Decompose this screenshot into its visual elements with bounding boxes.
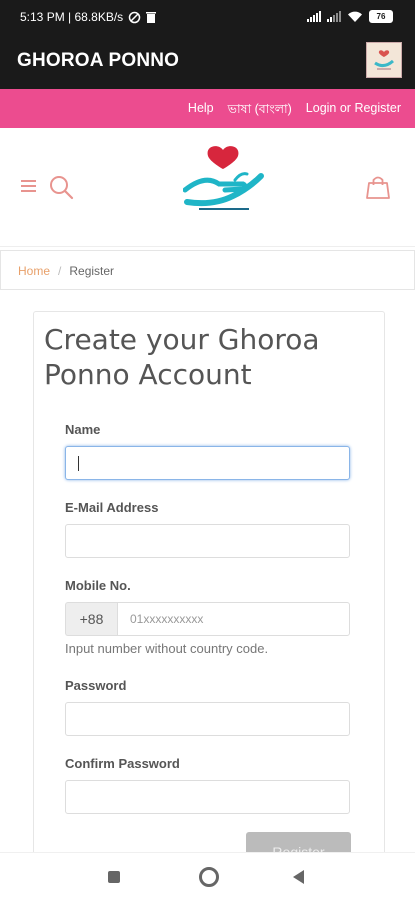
text-caret (78, 456, 79, 471)
signal-icon-2 (327, 11, 341, 22)
app-bar: GHOROA PONNO (0, 33, 415, 89)
app-thumbnail[interactable] (366, 42, 402, 78)
recents-button[interactable] (108, 871, 120, 883)
confirm-password-label: Confirm Password (65, 756, 180, 771)
name-label: Name (65, 422, 101, 437)
thumbnail-logo-icon (374, 50, 394, 70)
status-time-speed: 5:13 PM | 68.8KB/s (20, 10, 124, 24)
page-title: Create your Ghoroa Ponno Account (44, 323, 320, 391)
confirm-password-field[interactable] (65, 780, 350, 814)
menu-icon[interactable] (21, 180, 36, 195)
wifi-icon (348, 11, 362, 22)
site-header (0, 128, 415, 247)
register-card: Create your Ghoroa Ponno Account Name E-… (33, 311, 385, 873)
status-right: 76 (307, 10, 393, 23)
mobile-hint: Input number without country code. (65, 641, 269, 656)
breadcrumb-separator: / (58, 264, 62, 278)
top-links: Help ভাষা (বাংলা) Login or Register (188, 101, 401, 121)
status-bar: 5:13 PM | 68.8KB/s 76 (0, 0, 415, 33)
status-left: 5:13 PM | 68.8KB/s (20, 10, 157, 24)
email-field[interactable] (65, 524, 350, 558)
email-label: E-Mail Address (65, 500, 159, 515)
app-title: GHOROA PONNO (17, 50, 180, 71)
home-button[interactable] (199, 867, 219, 887)
top-links-bar: Help ভাষা (বাংলা) Login or Register (0, 89, 415, 128)
mobile-input-group: +88 (65, 602, 350, 636)
trash-icon (146, 12, 157, 23)
signal-icon (307, 11, 321, 22)
breadcrumb-home-link[interactable]: Home (18, 264, 50, 278)
shopping-bag-icon[interactable] (365, 174, 391, 200)
language-link[interactable]: ভাষা (বাংলা) (228, 101, 292, 121)
system-nav-bar (0, 852, 415, 901)
help-link[interactable]: Help (188, 101, 214, 121)
name-field[interactable] (65, 446, 350, 480)
breadcrumb: Home / Register (0, 250, 415, 290)
breadcrumb-current: Register (69, 264, 115, 278)
site-logo[interactable] (183, 144, 268, 214)
data-saver-icon (128, 11, 141, 23)
login-register-link[interactable]: Login or Register (306, 101, 401, 121)
back-button[interactable] (293, 870, 304, 884)
search-icon[interactable] (48, 174, 74, 200)
mobile-field[interactable] (117, 602, 350, 636)
battery-icon: 76 (369, 10, 393, 23)
mobile-label: Mobile No. (65, 578, 131, 593)
country-code: +88 (65, 602, 117, 636)
password-field[interactable] (65, 702, 350, 736)
password-label: Password (65, 678, 127, 693)
